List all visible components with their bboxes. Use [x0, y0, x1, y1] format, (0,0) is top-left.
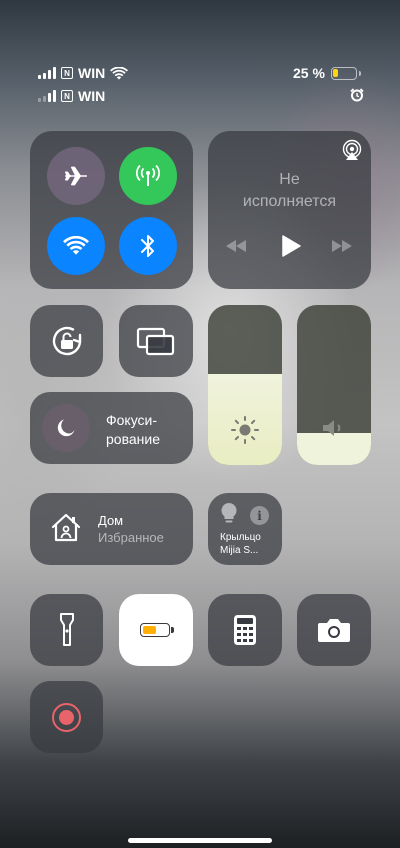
- moon-icon: [57, 419, 75, 437]
- alarm-icon: [350, 88, 364, 102]
- home-button[interactable]: Дом Избранное: [30, 493, 193, 565]
- bluetooth-icon: [141, 235, 154, 257]
- play-icon[interactable]: [280, 234, 302, 258]
- calculator-button[interactable]: [208, 594, 282, 666]
- wifi-button[interactable]: [47, 217, 105, 275]
- home-subtitle: Избранное: [98, 530, 164, 545]
- screen-record-button[interactable]: [30, 681, 103, 753]
- now-playing-panel[interactable]: Не исполняется: [208, 131, 371, 289]
- accessory-tile[interactable]: i Крыльцо Mijia S...: [208, 493, 282, 565]
- focus-button[interactable]: Фокуси- рование: [30, 392, 193, 464]
- airplane-mode-button[interactable]: [47, 147, 105, 205]
- cellular-data-button[interactable]: [119, 147, 177, 205]
- battery-icon: [330, 66, 361, 80]
- status-bar-primary: N WIN: [38, 65, 129, 81]
- battery-status: 25 %: [293, 65, 361, 81]
- focus-label-line1: Фокуси-: [106, 412, 158, 428]
- cellular-antenna-icon: [136, 164, 160, 186]
- home-title: Дом: [98, 513, 124, 528]
- focus-moon-circle: [42, 404, 90, 452]
- battery-percent: 25 %: [293, 65, 325, 81]
- airplane-icon: [65, 166, 87, 186]
- screen-mirroring-icon: [136, 327, 175, 356]
- camera-button[interactable]: [297, 594, 371, 666]
- orientation-lock-button[interactable]: [30, 305, 103, 377]
- secondary-signal-bars-icon: [38, 90, 56, 102]
- screen-mirroring-button[interactable]: [119, 305, 193, 377]
- status-bar-secondary: N WIN: [38, 88, 105, 104]
- volume-slider[interactable]: [297, 305, 371, 465]
- focus-label: Фокуси- рование: [106, 411, 160, 449]
- rewind-icon[interactable]: [224, 238, 248, 254]
- sim-badge-secondary: N: [61, 90, 73, 102]
- rotation-lock-icon: [52, 326, 82, 356]
- screen-record-icon: [52, 703, 81, 732]
- lightbulb-icon: [221, 503, 237, 523]
- fast-forward-icon[interactable]: [330, 238, 354, 254]
- flashlight-button[interactable]: [30, 594, 103, 666]
- low-power-mode-button[interactable]: [119, 594, 193, 666]
- speaker-icon: [323, 420, 341, 436]
- now-playing-status-line2: исполняется: [242, 193, 337, 210]
- brightness-slider[interactable]: [208, 305, 282, 465]
- flashlight-icon: [60, 613, 74, 646]
- home-indicator[interactable]: [128, 838, 272, 843]
- carrier-primary: WIN: [78, 65, 106, 81]
- now-playing-status: Не исполняется: [208, 169, 371, 213]
- calculator-icon: [234, 615, 256, 645]
- wifi-icon: [110, 66, 129, 79]
- accessory-name-line1: Крыльцо: [220, 532, 261, 543]
- low-power-battery-icon: [140, 623, 170, 637]
- sun-icon: [231, 416, 259, 444]
- carrier-secondary: WIN: [78, 88, 106, 104]
- now-playing-status-line1: Не: [279, 171, 300, 188]
- airplay-icon[interactable]: [341, 139, 363, 161]
- house-icon: [51, 513, 81, 542]
- signal-bars-icon: [38, 67, 56, 79]
- accessory-name-line2: Mijia S...: [220, 545, 259, 556]
- bluetooth-button[interactable]: [119, 217, 177, 275]
- info-icon[interactable]: i: [250, 506, 269, 525]
- connectivity-panel: [30, 131, 193, 289]
- wifi-toggle-icon: [63, 236, 89, 255]
- focus-label-line2: рование: [106, 431, 160, 447]
- camera-icon: [318, 619, 350, 642]
- accessory-name: Крыльцо Mijia S...: [220, 531, 261, 557]
- battery-tip: [171, 627, 174, 633]
- sim-badge: N: [61, 67, 73, 79]
